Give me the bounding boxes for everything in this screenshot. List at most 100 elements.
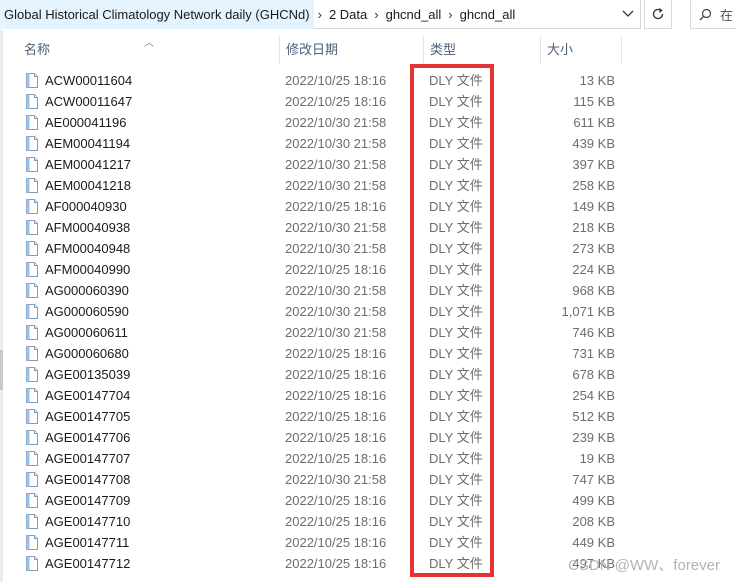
file-name: AG000060680 (45, 346, 129, 361)
dly-file-icon (26, 262, 38, 277)
file-name: AFM00040990 (45, 262, 131, 277)
chevron-down-icon[interactable] (616, 0, 640, 28)
file-size: 968 KB (572, 283, 615, 298)
address-bar-row: Global Historical Climatology Network da… (0, 0, 736, 30)
file-row[interactable]: AGE00147706 2022/10/25 18:16 DLY 文件 239 KB (0, 427, 736, 448)
breadcrumb-ghcnd-all-current[interactable]: ghcnd_all (457, 0, 519, 29)
file-modified-date: 2022/10/30 21:58 (285, 241, 387, 256)
file-size: 258 KB (572, 178, 615, 193)
file-row[interactable]: AGE00147710 2022/10/25 18:16 DLY 文件 208 KB (0, 511, 736, 532)
file-row[interactable]: AGE00147705 2022/10/25 18:16 DLY 文件 512 KB (0, 406, 736, 427)
file-name: AGE00147712 (45, 556, 131, 571)
file-row[interactable]: AE000041196 2022/10/30 21:58 DLY 文件 611 KB (0, 112, 736, 133)
file-name: AFM00040938 (45, 220, 131, 235)
file-row[interactable]: AG000060590 2022/10/30 21:58 DLY 文件 1,071 K… (0, 301, 736, 322)
file-size: 731 KB (572, 346, 615, 361)
column-header-size[interactable]: 大小 (540, 36, 622, 64)
file-name: AGE00147708 (45, 472, 131, 487)
file-modified-date: 2022/10/25 18:16 (285, 556, 387, 571)
annotation-highlight-box (410, 64, 494, 577)
dly-file-icon (26, 388, 38, 403)
dly-file-icon (26, 304, 38, 319)
file-name: AG000060590 (45, 304, 129, 319)
file-modified-date: 2022/10/25 18:16 (285, 73, 387, 88)
dly-file-icon (26, 136, 38, 151)
file-row[interactable]: AFM00040990 2022/10/25 18:16 DLY 文件 224 KB (0, 259, 736, 280)
column-header-row: 名称 修改日期 类型 大小 (0, 36, 736, 64)
file-row[interactable]: AEM00041218 2022/10/30 21:58 DLY 文件 258 KB (0, 175, 736, 196)
file-row[interactable]: ACW00011647 2022/10/25 18:16 DLY 文件 115 KB (0, 91, 736, 112)
file-modified-date: 2022/10/30 21:58 (285, 220, 387, 235)
file-size: 678 KB (572, 367, 615, 382)
search-placeholder: 在 (720, 7, 734, 23)
dly-file-icon (26, 241, 38, 256)
file-size: 115 KB (573, 94, 615, 109)
file-row[interactable]: AEM00041194 2022/10/30 21:58 DLY 文件 439 KB (0, 133, 736, 154)
breadcrumb-2-data[interactable]: 2 Data (326, 0, 370, 29)
file-row[interactable]: AG000060611 2022/10/30 21:58 DLY 文件 746 KB (0, 322, 736, 343)
watermark: CSDN @WW、forever (568, 557, 720, 574)
file-row[interactable]: AG000060390 2022/10/30 21:58 DLY 文件 968 KB (0, 280, 736, 301)
dly-file-icon (26, 556, 38, 571)
dly-file-icon (26, 199, 38, 214)
file-name: AEM00041194 (45, 136, 131, 151)
file-name: AGE00147704 (45, 388, 131, 403)
file-size: 218 KB (572, 220, 615, 235)
file-row[interactable]: AGE00147704 2022/10/25 18:16 DLY 文件 254 KB (0, 385, 736, 406)
file-name: AGE00135039 (45, 367, 131, 382)
file-modified-date: 2022/10/30 21:58 (285, 304, 387, 319)
file-modified-date: 2022/10/30 21:58 (285, 115, 387, 130)
column-header-type[interactable]: 类型 (423, 36, 540, 64)
file-size: 224 KB (572, 262, 615, 277)
breadcrumb-separator-icon[interactable]: › (444, 0, 456, 29)
file-size: 208 KB (572, 514, 615, 529)
column-header-date[interactable]: 修改日期 (279, 36, 423, 64)
refresh-icon (652, 8, 664, 20)
file-row[interactable]: AGE00135039 2022/10/25 18:16 DLY 文件 678 KB (0, 364, 736, 385)
file-size: 19 KB (579, 451, 615, 466)
file-modified-date: 2022/10/25 18:16 (285, 388, 387, 403)
file-size: 747 KB (572, 472, 615, 487)
file-row[interactable]: AEM00041217 2022/10/30 21:58 DLY 文件 397 KB (0, 154, 736, 175)
file-row[interactable]: AG000060680 2022/10/25 18:16 DLY 文件 731 KB (0, 343, 736, 364)
file-name: AG000060611 (45, 325, 128, 340)
file-size: 512 KB (572, 409, 615, 424)
file-row[interactable]: AGE00147708 2022/10/30 21:58 DLY 文件 747 KB (0, 469, 736, 490)
file-row[interactable]: AGE00147711 2022/10/25 18:16 DLY 文件 449 KB (0, 532, 736, 553)
file-size: 746 KB (572, 325, 615, 340)
file-name: ACW00011647 (45, 94, 133, 109)
file-modified-date: 2022/10/25 18:16 (285, 262, 387, 277)
file-size: 611 KB (573, 115, 615, 130)
file-row[interactable]: AFM00040948 2022/10/30 21:58 DLY 文件 273 KB (0, 238, 736, 259)
file-size: 1,071 KB (561, 304, 616, 319)
file-size: 13 KB (579, 73, 615, 88)
breadcrumb-ghcnd[interactable]: Global Historical Climatology Network da… (0, 0, 314, 29)
file-modified-date: 2022/10/25 18:16 (285, 493, 387, 508)
file-list: ACW00011604 2022/10/25 18:16 DLY 文件 13 KB AC… (0, 70, 736, 574)
file-name: AGE00147707 (45, 451, 131, 466)
file-size: 397 KB (572, 157, 615, 172)
file-row[interactable]: AGE00147709 2022/10/25 18:16 DLY 文件 499 KB (0, 490, 736, 511)
dly-file-icon (26, 220, 38, 235)
dly-file-icon (26, 409, 38, 424)
breadcrumb-separator-icon[interactable]: › (314, 0, 326, 29)
file-row[interactable]: AGE00147707 2022/10/25 18:16 DLY 文件 19 KB (0, 448, 736, 469)
file-row[interactable]: ACW00011604 2022/10/25 18:16 DLY 文件 13 KB (0, 70, 736, 91)
column-header-name[interactable]: 名称 (18, 36, 279, 64)
file-name: AF000040930 (45, 199, 127, 214)
file-name: AGE00147709 (45, 493, 131, 508)
file-row[interactable]: AFM00040938 2022/10/30 21:58 DLY 文件 218 KB (0, 217, 736, 238)
dly-file-icon (26, 157, 38, 172)
breadcrumb-separator-icon[interactable]: › (370, 0, 382, 29)
breadcrumb-ghcnd-all[interactable]: ghcnd_all (383, 0, 445, 29)
dly-file-icon (26, 514, 38, 529)
search-field[interactable]: 在 (690, 0, 736, 29)
file-name: AGE00147711 (45, 535, 130, 550)
file-row[interactable]: AF000040930 2022/10/25 18:16 DLY 文件 149 KB (0, 196, 736, 217)
dly-file-icon (26, 472, 38, 487)
address-bar[interactable]: Global Historical Climatology Network da… (0, 0, 641, 29)
refresh-button[interactable] (644, 0, 672, 29)
file-modified-date: 2022/10/25 18:16 (285, 367, 387, 382)
file-size: 499 KB (572, 493, 615, 508)
file-size: 273 KB (572, 241, 615, 256)
